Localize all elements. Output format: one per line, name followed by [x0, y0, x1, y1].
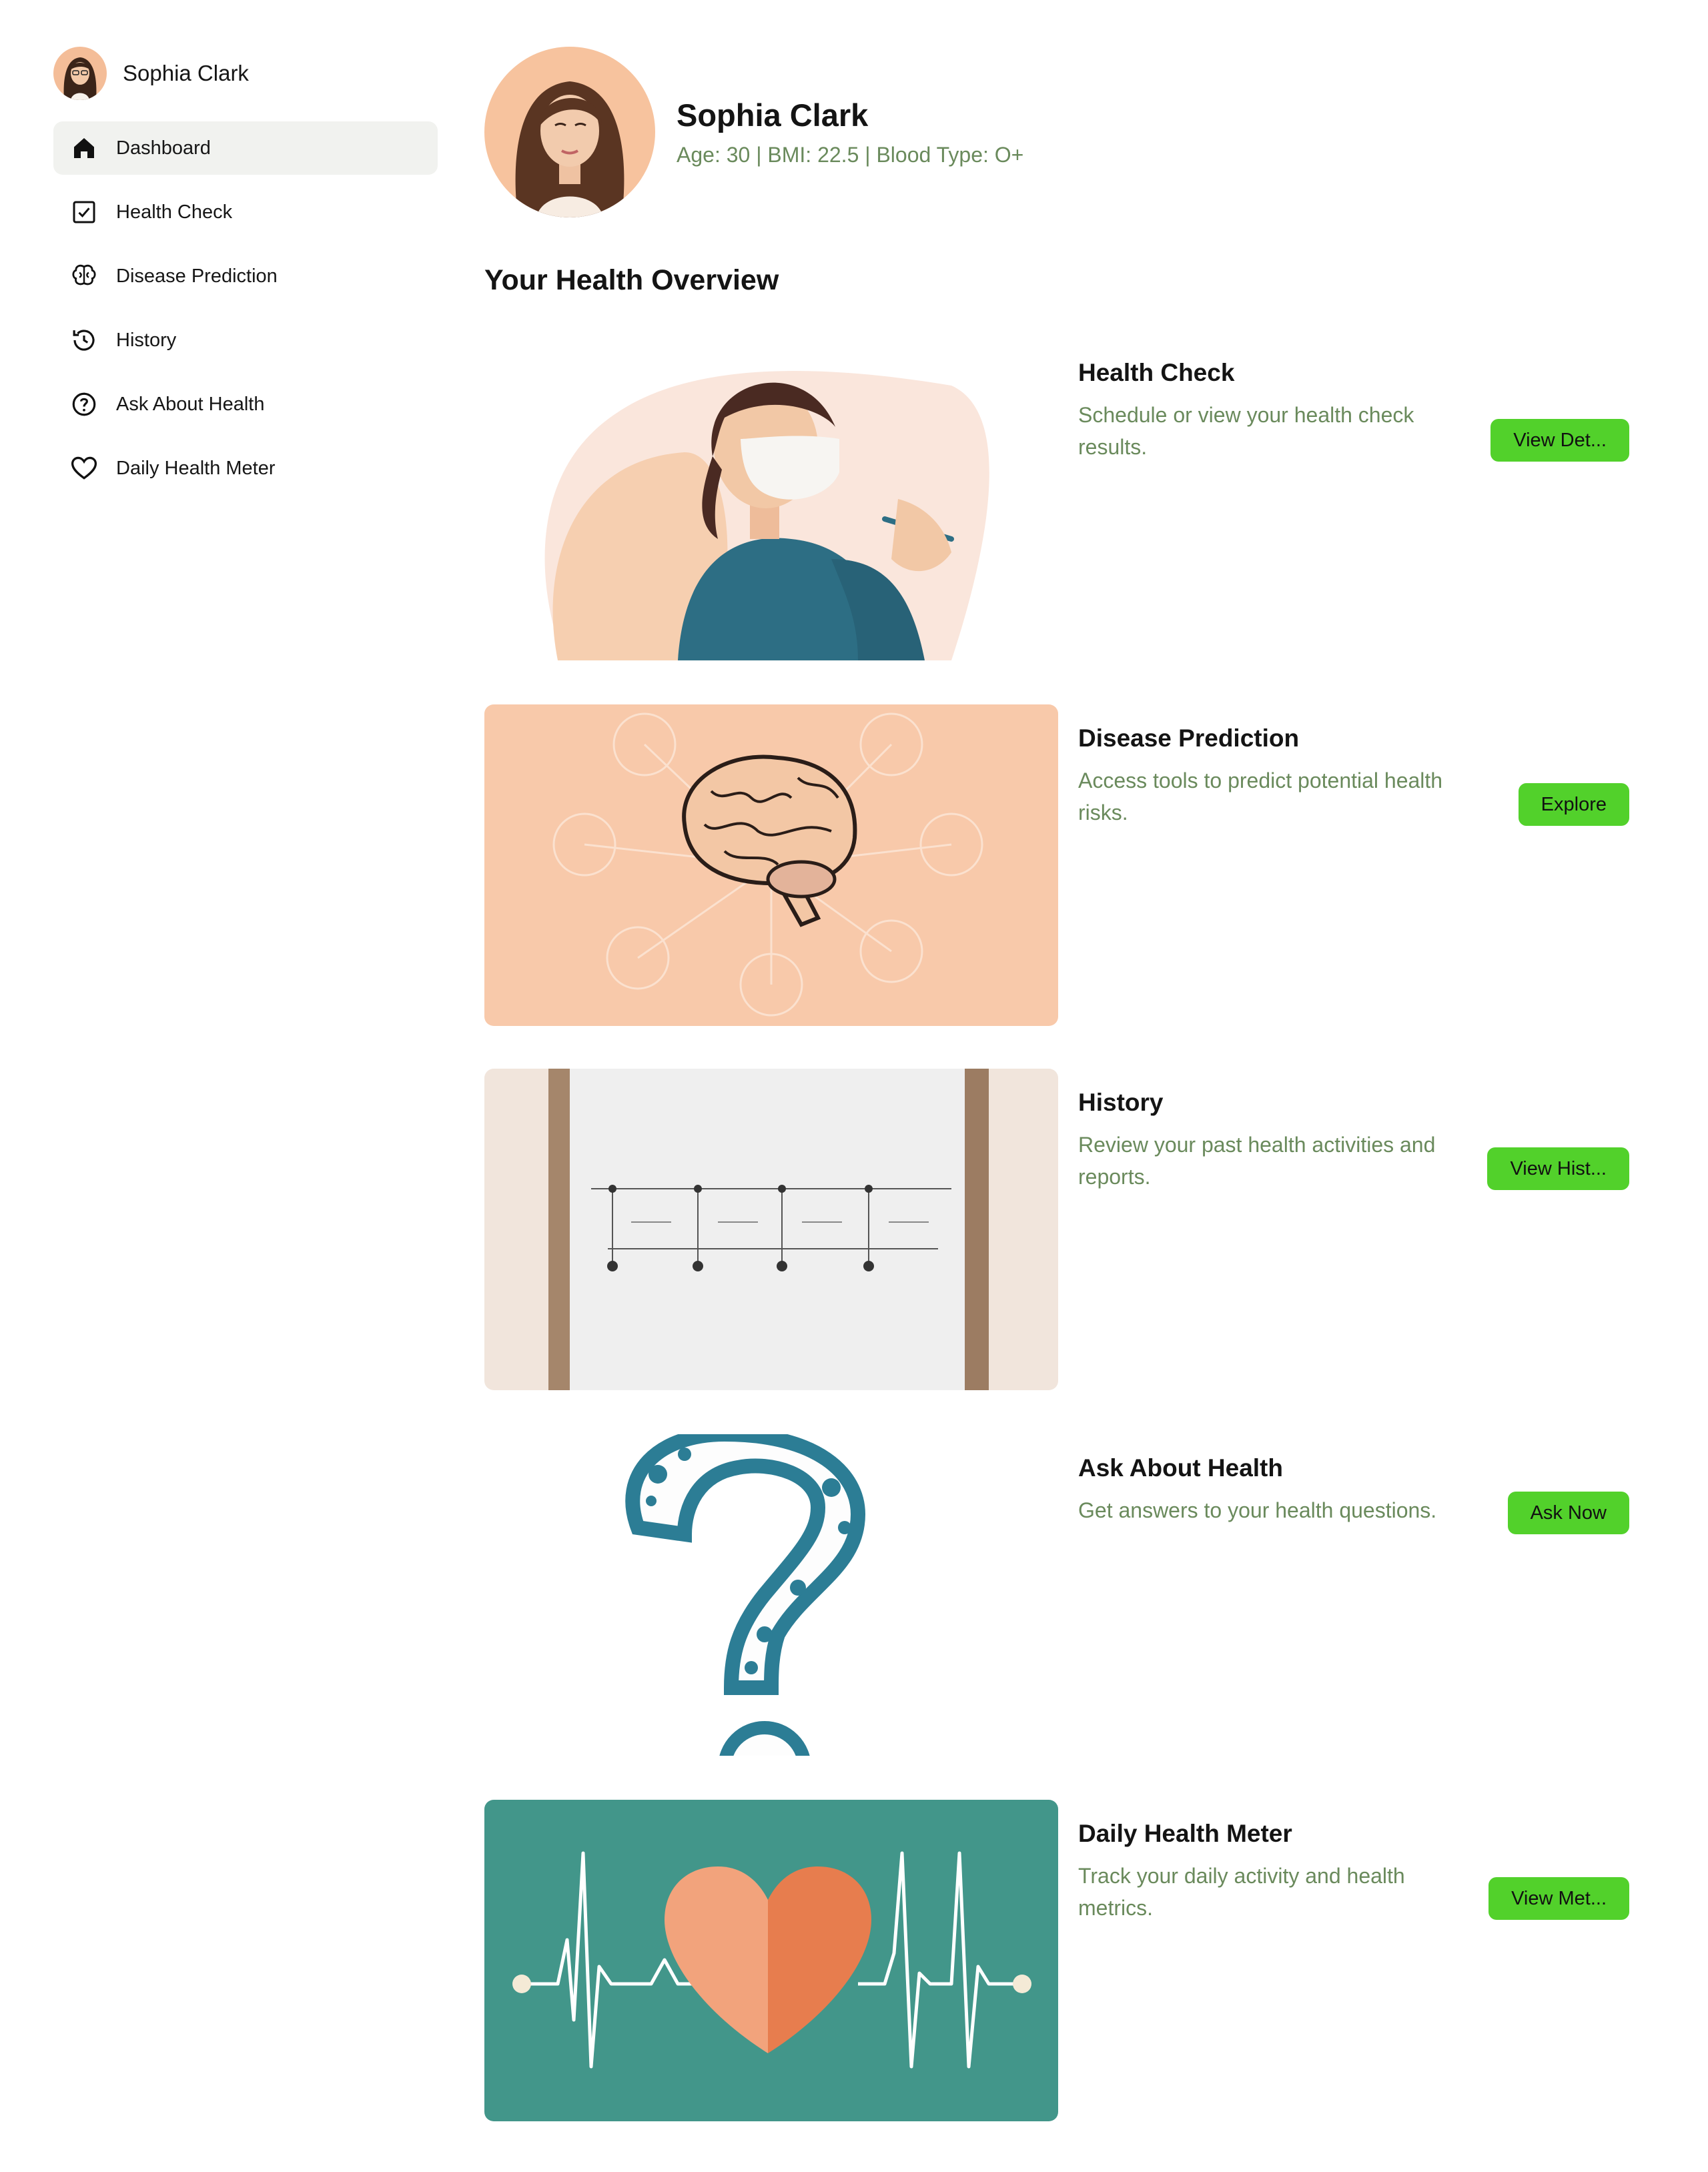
sidebar-item-label: Disease Prediction: [116, 265, 278, 287]
sidebar: Sophia Clark Dashboard Health Check Dise…: [0, 0, 467, 2172]
sidebar-user[interactable]: Sophia Clark: [53, 47, 249, 100]
sidebar-item-label: Ask About Health: [116, 393, 265, 415]
profile-name: Sophia Clark: [677, 97, 869, 133]
card-title: History: [1078, 1089, 1164, 1116]
avatar: [53, 47, 107, 100]
profile-avatar: [484, 47, 655, 217]
sidebar-nav: Dashboard Health Check Disease Predictio…: [53, 121, 438, 506]
profile-header: Sophia Clark Age: 30 | BMI: 22.5 | Blood…: [484, 47, 1023, 217]
sidebar-item-label: Daily Health Meter: [116, 457, 276, 479]
overview-card-history: History Review your past health activiti…: [484, 1069, 1629, 1390]
card-body: Daily Health Meter Track your daily acti…: [1078, 1820, 1478, 1924]
card-title: Health Check: [1078, 359, 1235, 386]
view-history-button[interactable]: View Hist...: [1487, 1147, 1629, 1190]
brain-icon: [68, 260, 100, 292]
sidebar-item-dashboard[interactable]: Dashboard: [53, 121, 438, 175]
card-body: Ask About Health Get answers to your hea…: [1078, 1454, 1478, 1526]
page-title: Your Health Overview: [484, 264, 779, 296]
sidebar-item-label: Dashboard: [116, 137, 211, 159]
sidebar-item-label: Health Check: [116, 201, 233, 223]
sidebar-item-ask-about-health[interactable]: Ask About Health: [53, 378, 438, 431]
card-description: Get answers to your health questions.: [1078, 1498, 1437, 1522]
card-title: Disease Prediction: [1078, 724, 1300, 752]
card-title: Daily Health Meter: [1078, 1820, 1292, 1847]
heart-icon: [68, 452, 100, 484]
sidebar-item-history[interactable]: History: [53, 314, 438, 367]
health-check-illustration: [484, 339, 1058, 660]
history-icon: [68, 324, 100, 356]
checkbox-icon: [68, 196, 100, 228]
disease-prediction-illustration: [484, 704, 1058, 1026]
sidebar-user-name: Sophia Clark: [123, 61, 249, 85]
view-metrics-button[interactable]: View Met...: [1488, 1877, 1629, 1920]
overview-card-daily-health-meter: Daily Health Meter Track your daily acti…: [484, 1800, 1629, 2121]
ask-now-button[interactable]: Ask Now: [1507, 1492, 1629, 1534]
card-body: Disease Prediction Access tools to predi…: [1078, 724, 1478, 829]
card-title: Ask About Health: [1078, 1454, 1283, 1482]
overview-card-disease-prediction: Disease Prediction Access tools to predi…: [484, 704, 1629, 1026]
sidebar-item-health-check[interactable]: Health Check: [53, 185, 438, 239]
sidebar-item-daily-health-meter[interactable]: Daily Health Meter: [53, 442, 438, 495]
profile-meta: Age: 30 | BMI: 22.5 | Blood Type: O+: [677, 143, 1024, 167]
history-illustration: [484, 1069, 1058, 1390]
home-icon: [68, 132, 100, 164]
question-icon: [68, 388, 100, 420]
profile-info: Sophia Clark Age: 30 | BMI: 22.5 | Blood…: [677, 97, 1023, 167]
overview-card-health-check: Health Check Schedule or view your healt…: [484, 339, 1629, 660]
card-description: Schedule or view your health check resul…: [1078, 403, 1414, 459]
daily-health-meter-illustration: [484, 1800, 1058, 2121]
card-description: Access tools to predict potential health…: [1078, 768, 1443, 825]
sidebar-item-label: History: [116, 329, 177, 351]
card-body: History Review your past health activiti…: [1078, 1089, 1478, 1193]
overview-card-ask-about-health: Ask About Health Get answers to your hea…: [484, 1434, 1629, 1756]
ask-about-health-illustration: [484, 1434, 1058, 1756]
card-description: Review your past health activities and r…: [1078, 1133, 1436, 1189]
card-description: Track your daily activity and health met…: [1078, 1864, 1405, 1920]
card-body: Health Check Schedule or view your healt…: [1078, 359, 1478, 463]
sidebar-item-disease-prediction[interactable]: Disease Prediction: [53, 249, 438, 303]
view-details-button[interactable]: View Det...: [1490, 419, 1629, 462]
explore-button[interactable]: Explore: [1518, 783, 1629, 826]
